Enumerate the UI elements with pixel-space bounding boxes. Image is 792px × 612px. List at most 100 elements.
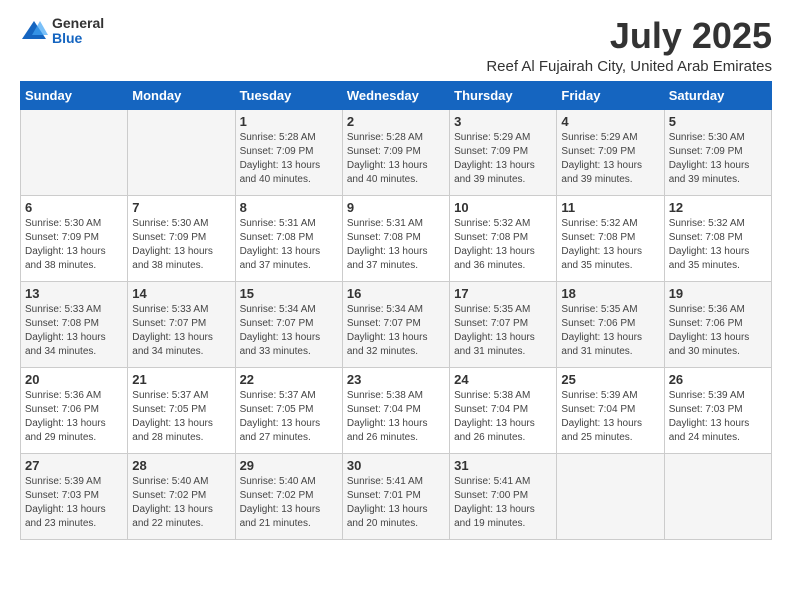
main-title: July 2025 xyxy=(486,16,772,56)
title-area: July 2025 Reef Al Fujairah City, United … xyxy=(486,16,772,75)
day-number: 13 xyxy=(25,286,123,301)
day-number: 4 xyxy=(561,114,659,129)
cell-w4-d1: 21Sunrise: 5:37 AMSunset: 7:05 PMDayligh… xyxy=(128,367,235,453)
cell-w4-d0: 20 Sunrise: 5:36 AMSunset: 7:06 PMDayligh… xyxy=(21,367,128,453)
cell-w3-d2: 15Sunrise: 5:34 AMSunset: 7:07 PMDayligh… xyxy=(235,281,342,367)
day-info: Sunrise: 5:33 AMSunset: 7:08 PMDaylight:… xyxy=(25,303,123,359)
logo: General Blue xyxy=(20,16,104,47)
calendar-body: 1 Sunrise: 5:28 AMSunset: 7:09 PMDaylight… xyxy=(21,109,772,539)
cell-w2-d2: 8Sunrise: 5:31 AMSunset: 7:08 PMDaylight… xyxy=(235,195,342,281)
day-info: Sunrise: 5:35 AMSunset: 7:06 PMDaylight:… xyxy=(561,303,659,359)
day-info: Sunrise: 5:30 AMSunset: 7:09 PMDaylight:… xyxy=(132,217,230,273)
col-sunday: Sunday xyxy=(21,81,128,109)
col-friday: Friday xyxy=(557,81,664,109)
week-row-2: 6 Sunrise: 5:30 AMSunset: 7:09 PMDaylight… xyxy=(21,195,772,281)
day-info: Sunrise: 5:41 AMSunset: 7:01 PMDaylight:… xyxy=(347,475,445,531)
day-info: Sunrise: 5:33 AMSunset: 7:07 PMDaylight:… xyxy=(132,303,230,359)
header-row: Sunday Monday Tuesday Wednesday Thursday… xyxy=(21,81,772,109)
cell-w3-d3: 16Sunrise: 5:34 AMSunset: 7:07 PMDayligh… xyxy=(342,281,449,367)
day-number: 12 xyxy=(669,200,767,215)
subtitle: Reef Al Fujairah City, United Arab Emira… xyxy=(486,58,772,75)
cell-w3-d0: 13 Sunrise: 5:33 AMSunset: 7:08 PMDayligh… xyxy=(21,281,128,367)
cell-w4-d6: 26 Sunrise: 5:39 AMSunset: 7:03 PMDayligh… xyxy=(664,367,771,453)
day-number: 21 xyxy=(132,372,230,387)
day-number: 11 xyxy=(561,200,659,215)
day-info: Sunrise: 5:32 AMSunset: 7:08 PMDaylight:… xyxy=(669,217,767,273)
cell-w5-d0: 27 Sunrise: 5:39 AMSunset: 7:03 PMDayligh… xyxy=(21,453,128,539)
calendar-table: Sunday Monday Tuesday Wednesday Thursday… xyxy=(20,81,772,540)
week-row-4: 20 Sunrise: 5:36 AMSunset: 7:06 PMDayligh… xyxy=(21,367,772,453)
day-number: 2 xyxy=(347,114,445,129)
day-number: 30 xyxy=(347,458,445,473)
day-number: 20 xyxy=(25,372,123,387)
day-info: Sunrise: 5:29 AMSunset: 7:09 PMDaylight:… xyxy=(561,131,659,187)
day-number: 24 xyxy=(454,372,552,387)
day-info: Sunrise: 5:28 AMSunset: 7:09 PMDaylight:… xyxy=(240,131,338,187)
col-monday: Monday xyxy=(128,81,235,109)
day-info: Sunrise: 5:29 AMSunset: 7:09 PMDaylight:… xyxy=(454,131,552,187)
cell-w5-d6 xyxy=(664,453,771,539)
day-number: 6 xyxy=(25,200,123,215)
col-tuesday: Tuesday xyxy=(235,81,342,109)
logo-text: General Blue xyxy=(52,16,104,47)
day-info: Sunrise: 5:35 AMSunset: 7:07 PMDaylight:… xyxy=(454,303,552,359)
cell-w1-d3: 2Sunrise: 5:28 AMSunset: 7:09 PMDaylight… xyxy=(342,109,449,195)
col-saturday: Saturday xyxy=(664,81,771,109)
day-number: 7 xyxy=(132,200,230,215)
day-number: 27 xyxy=(25,458,123,473)
day-info: Sunrise: 5:38 AMSunset: 7:04 PMDaylight:… xyxy=(347,389,445,445)
day-info: Sunrise: 5:30 AMSunset: 7:09 PMDaylight:… xyxy=(25,217,123,273)
cell-w1-d2: 1 Sunrise: 5:28 AMSunset: 7:09 PMDaylight… xyxy=(235,109,342,195)
cell-w4-d5: 25 Sunrise: 5:39 AMSunset: 7:04 PMDayligh… xyxy=(557,367,664,453)
cell-w3-d4: 17Sunrise: 5:35 AMSunset: 7:07 PMDayligh… xyxy=(450,281,557,367)
day-number: 23 xyxy=(347,372,445,387)
cell-w5-d4: 31Sunrise: 5:41 AMSunset: 7:00 PMDayligh… xyxy=(450,453,557,539)
cell-w1-d5: 4 Sunrise: 5:29 AMSunset: 7:09 PMDaylight… xyxy=(557,109,664,195)
col-thursday: Thursday xyxy=(450,81,557,109)
day-info: Sunrise: 5:32 AMSunset: 7:08 PMDaylight:… xyxy=(454,217,552,273)
week-row-1: 1 Sunrise: 5:28 AMSunset: 7:09 PMDaylight… xyxy=(21,109,772,195)
day-number: 15 xyxy=(240,286,338,301)
logo-general-text: General xyxy=(52,16,104,31)
cell-w1-d0 xyxy=(21,109,128,195)
cell-w3-d6: 19Sunrise: 5:36 AMSunset: 7:06 PMDayligh… xyxy=(664,281,771,367)
day-info: Sunrise: 5:37 AMSunset: 7:05 PMDaylight:… xyxy=(240,389,338,445)
cell-w5-d3: 30 Sunrise: 5:41 AMSunset: 7:01 PMDayligh… xyxy=(342,453,449,539)
cell-w1-d6: 5Sunrise: 5:30 AMSunset: 7:09 PMDaylight… xyxy=(664,109,771,195)
day-number: 25 xyxy=(561,372,659,387)
calendar-page: General Blue July 2025 Reef Al Fujairah … xyxy=(0,0,792,612)
cell-w5-d5 xyxy=(557,453,664,539)
day-number: 1 xyxy=(240,114,338,129)
day-number: 8 xyxy=(240,200,338,215)
day-number: 3 xyxy=(454,114,552,129)
day-info: Sunrise: 5:39 AMSunset: 7:03 PMDaylight:… xyxy=(25,475,123,531)
cell-w2-d3: 9Sunrise: 5:31 AMSunset: 7:08 PMDaylight… xyxy=(342,195,449,281)
day-info: Sunrise: 5:40 AMSunset: 7:02 PMDaylight:… xyxy=(132,475,230,531)
cell-w2-d5: 11Sunrise: 5:32 AMSunset: 7:08 PMDayligh… xyxy=(557,195,664,281)
day-number: 16 xyxy=(347,286,445,301)
logo-blue-text: Blue xyxy=(52,31,104,46)
cell-w3-d1: 14Sunrise: 5:33 AMSunset: 7:07 PMDayligh… xyxy=(128,281,235,367)
day-info: Sunrise: 5:40 AMSunset: 7:02 PMDaylight:… xyxy=(240,475,338,531)
cell-w2-d6: 12 Sunrise: 5:32 AMSunset: 7:08 PMDayligh… xyxy=(664,195,771,281)
cell-w2-d1: 7 Sunrise: 5:30 AMSunset: 7:09 PMDaylight… xyxy=(128,195,235,281)
calendar-header: Sunday Monday Tuesday Wednesday Thursday… xyxy=(21,81,772,109)
cell-w4-d3: 23 Sunrise: 5:38 AMSunset: 7:04 PMDayligh… xyxy=(342,367,449,453)
day-number: 18 xyxy=(561,286,659,301)
week-row-3: 13 Sunrise: 5:33 AMSunset: 7:08 PMDayligh… xyxy=(21,281,772,367)
day-info: Sunrise: 5:31 AMSunset: 7:08 PMDaylight:… xyxy=(347,217,445,273)
cell-w3-d5: 18 Sunrise: 5:35 AMSunset: 7:06 PMDayligh… xyxy=(557,281,664,367)
day-number: 10 xyxy=(454,200,552,215)
day-info: Sunrise: 5:38 AMSunset: 7:04 PMDaylight:… xyxy=(454,389,552,445)
day-info: Sunrise: 5:39 AMSunset: 7:03 PMDaylight:… xyxy=(669,389,767,445)
day-number: 29 xyxy=(240,458,338,473)
day-info: Sunrise: 5:36 AMSunset: 7:06 PMDaylight:… xyxy=(25,389,123,445)
cell-w2-d4: 10 Sunrise: 5:32 AMSunset: 7:08 PMDayligh… xyxy=(450,195,557,281)
day-number: 28 xyxy=(132,458,230,473)
day-info: Sunrise: 5:30 AMSunset: 7:09 PMDaylight:… xyxy=(669,131,767,187)
day-info: Sunrise: 5:39 AMSunset: 7:04 PMDaylight:… xyxy=(561,389,659,445)
cell-w5-d2: 29 Sunrise: 5:40 AMSunset: 7:02 PMDayligh… xyxy=(235,453,342,539)
cell-w5-d1: 28 Sunrise: 5:40 AMSunset: 7:02 PMDayligh… xyxy=(128,453,235,539)
day-number: 31 xyxy=(454,458,552,473)
day-number: 26 xyxy=(669,372,767,387)
